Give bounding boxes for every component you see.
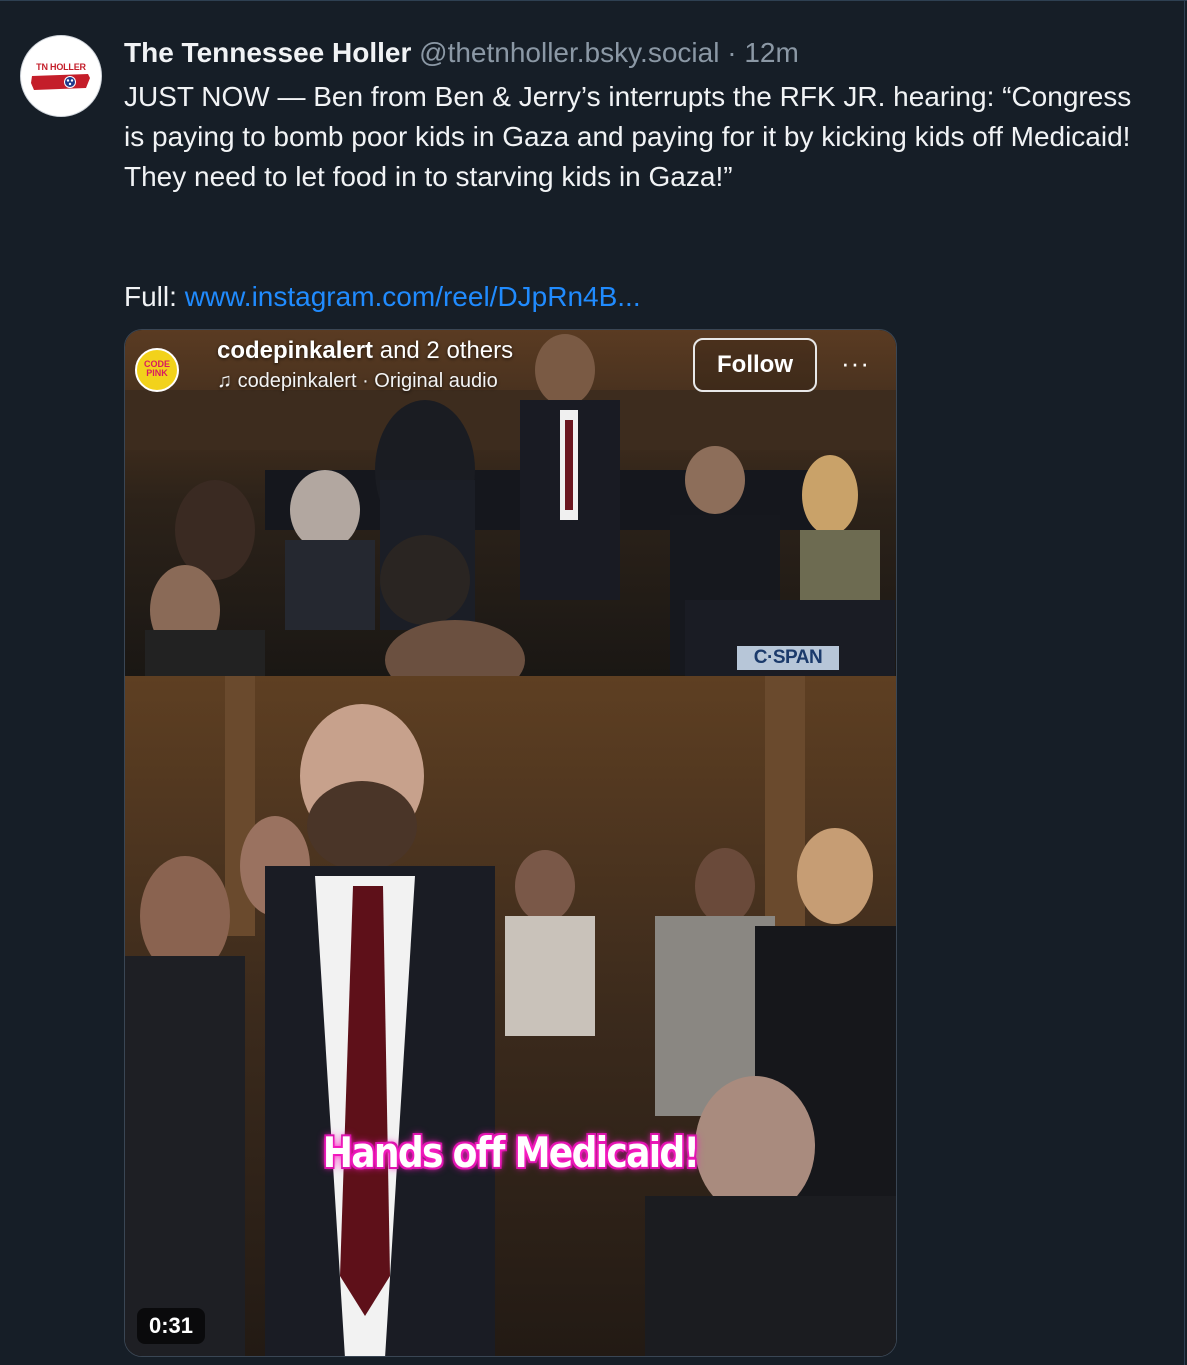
tennessee-flag-logo-icon: [31, 74, 90, 90]
post-text: JUST NOW — Ben from Ben & Jerry’s interr…: [124, 81, 1140, 192]
author-handle[interactable]: @thetnholler.bsky.social: [419, 37, 719, 68]
author-avatar[interactable]: TN HOLLER: [20, 35, 102, 117]
instagram-avatar[interactable]: CODE PINK: [135, 348, 179, 392]
video-duration-badge: 0:31: [137, 1308, 206, 1344]
instagram-user-line[interactable]: codepinkalert and 2 others: [217, 336, 513, 366]
music-note-icon: ♫: [217, 370, 232, 392]
instagram-username[interactable]: codepinkalert: [217, 337, 373, 364]
video-embed[interactable]: CODE PINK codepinkalert and 2 others ♫ c…: [124, 329, 897, 1357]
video-frame-bottom: [125, 676, 896, 1356]
cspan-watermark: C·SPAN: [737, 646, 839, 670]
avatar-logo-text: TN HOLLER: [36, 62, 86, 72]
post-timestamp[interactable]: 12m: [744, 37, 798, 68]
instagram-link[interactable]: www.instagram.com/reel/DJpRn4B...: [185, 281, 641, 312]
header-separator: ·: [727, 37, 737, 68]
post-body: JUST NOW — Ben from Ben & Jerry’s interr…: [124, 77, 1134, 197]
instagram-collaborators: and 2 others: [379, 337, 514, 364]
author-display-name[interactable]: The Tennessee Holler: [124, 37, 411, 68]
thread-divider: [1184, 1, 1185, 1365]
follow-button[interactable]: Follow: [693, 338, 817, 392]
more-dots-icon[interactable]: ···: [841, 348, 870, 378]
video-caption: Hands off Medicaid!: [322, 1128, 700, 1177]
post-header: The Tennessee Holler @thetnholler.bsky.s…: [124, 35, 799, 71]
post-page: TN HOLLER The Tennessee Holler @thetnhol…: [0, 0, 1187, 1365]
post-link-line: Full: www.instagram.com/reel/DJpRn4B...: [124, 277, 641, 317]
instagram-avatar-text: CODE PINK: [143, 359, 170, 378]
instagram-audio-label: codepinkalert · Original audio: [237, 370, 498, 392]
full-label: Full:: [124, 281, 177, 312]
instagram-audio-line[interactable]: ♫ codepinkalert · Original audio: [217, 368, 498, 394]
